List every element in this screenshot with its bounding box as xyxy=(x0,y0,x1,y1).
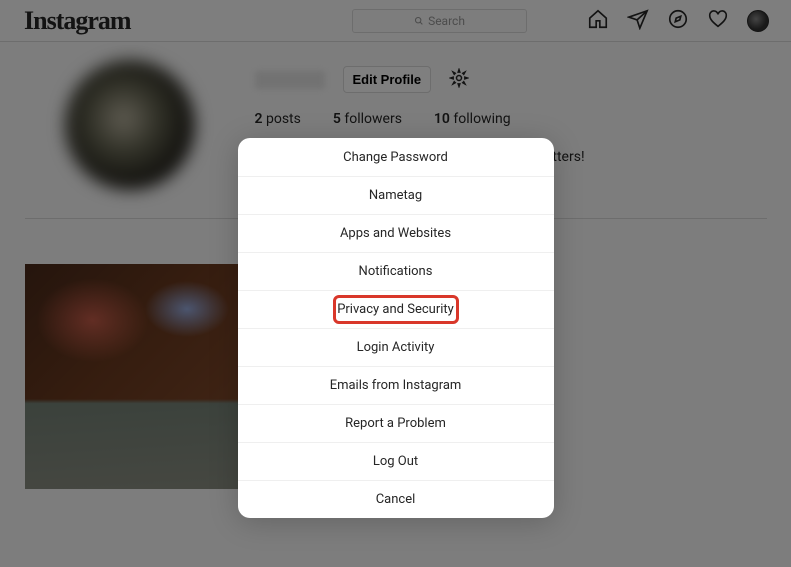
modal-item-report-problem[interactable]: Report a Problem xyxy=(238,404,554,442)
modal-item-cancel[interactable]: Cancel xyxy=(238,480,554,518)
modal-item-privacy-security[interactable]: Privacy and Security xyxy=(238,290,554,328)
modal-item-login-activity[interactable]: Login Activity xyxy=(238,328,554,366)
modal-item-nametag[interactable]: Nametag xyxy=(238,176,554,214)
modal-item-emails[interactable]: Emails from Instagram xyxy=(238,366,554,404)
settings-modal: Change Password Nametag Apps and Website… xyxy=(238,138,554,518)
modal-item-notifications[interactable]: Notifications xyxy=(238,252,554,290)
modal-item-apps-websites[interactable]: Apps and Websites xyxy=(238,214,554,252)
modal-item-log-out[interactable]: Log Out xyxy=(238,442,554,480)
modal-item-change-password[interactable]: Change Password xyxy=(238,138,554,176)
